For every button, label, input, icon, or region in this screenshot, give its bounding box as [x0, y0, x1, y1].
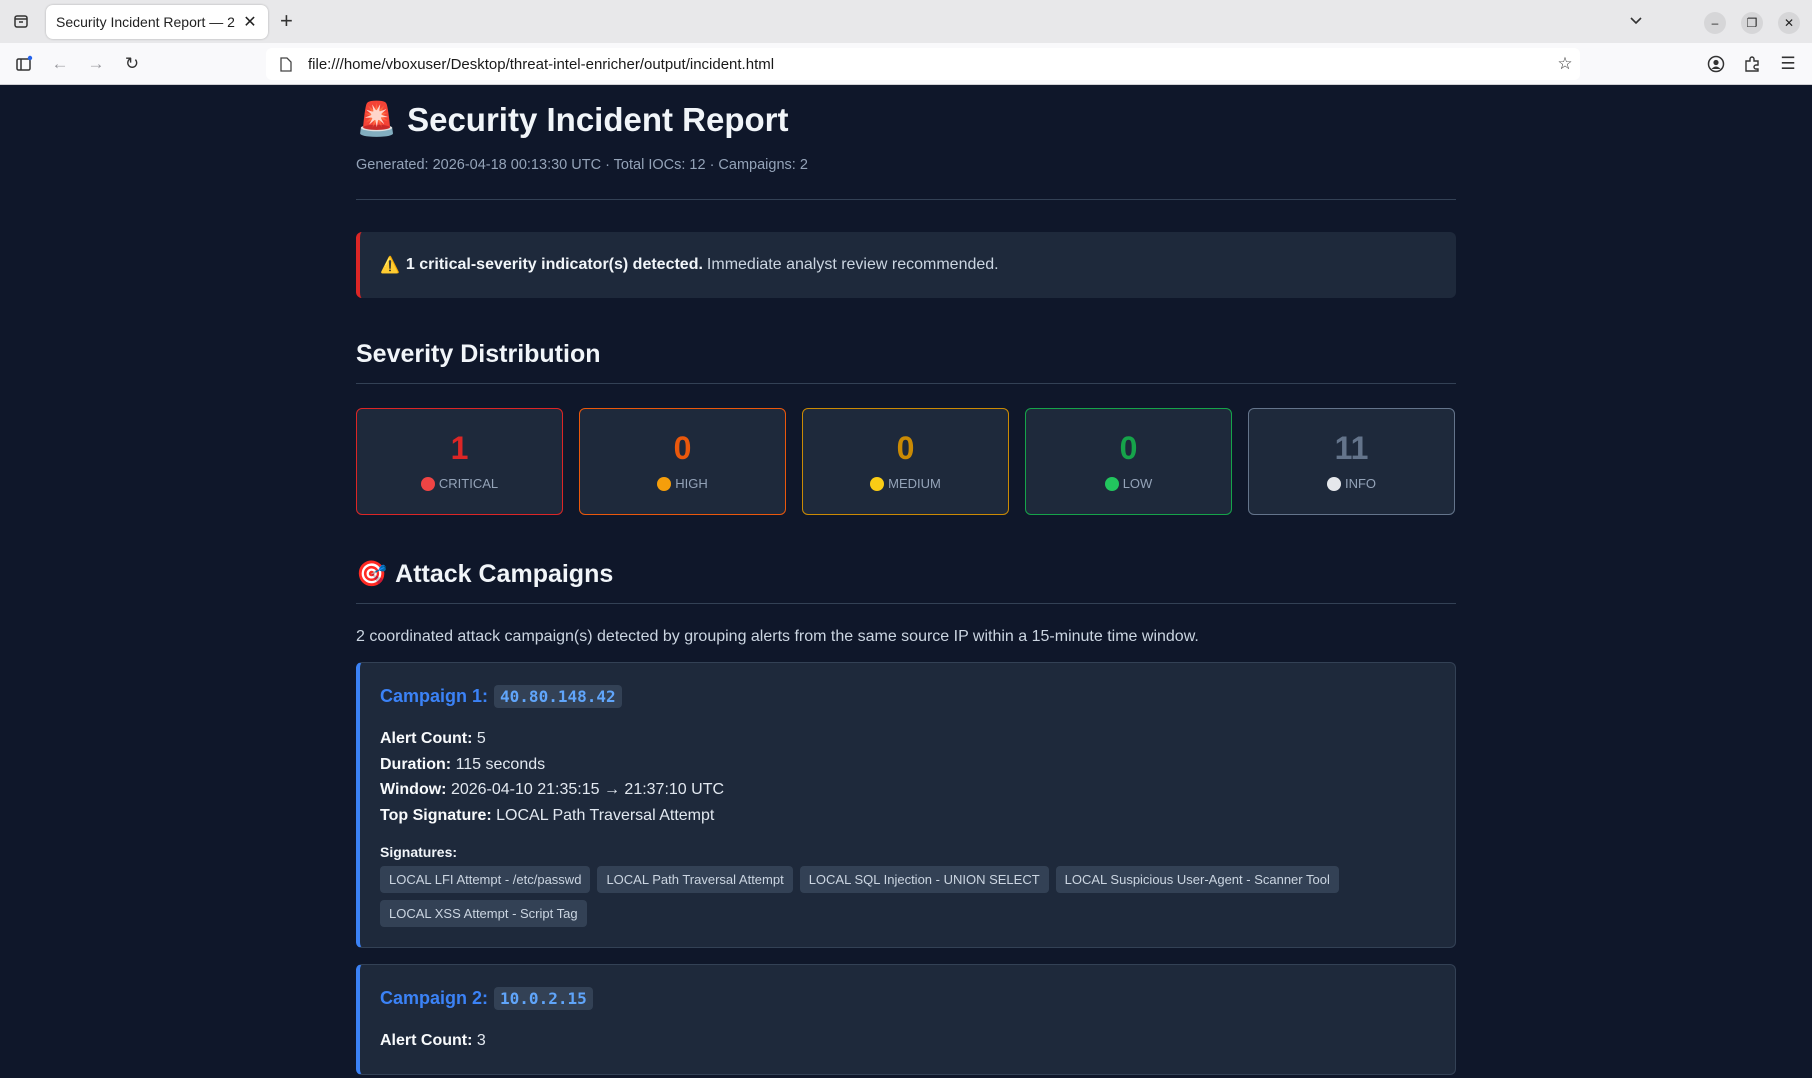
alert-count-value: 5 [476, 730, 486, 747]
campaign-label: Campaign 1: [380, 686, 489, 706]
signature-tag: LOCAL Path Traversal Attempt [597, 866, 793, 893]
page-title: 🚨 Security Incident Report [356, 100, 1456, 139]
campaign-fields: Alert Count: 5 Duration: 115 seconds Win… [380, 726, 1435, 828]
red-circle-icon [420, 476, 435, 491]
severity-label: HIGH [675, 476, 708, 491]
severity-count: 11 [1334, 430, 1369, 466]
alert-text: Immediate analyst review recommended. [706, 256, 999, 273]
divider [356, 603, 1456, 604]
warning-icon: ⚠️ [380, 257, 400, 274]
forward-arrow-icon[interactable]: → [85, 53, 107, 75]
severity-heading: Severity Distribution [356, 340, 601, 368]
yellow-circle-icon [870, 476, 885, 491]
campaign-fields: Alert Count: 3 [380, 1028, 1435, 1054]
extensions-icon[interactable] [1741, 53, 1763, 75]
field-label: Alert Count: [380, 730, 473, 747]
campaigns-heading: 🎯 Attack Campaigns [356, 560, 1456, 589]
severity-label-row: MEDIUM [870, 476, 941, 491]
page-icon [280, 56, 296, 72]
campaign-card: Campaign 2: 10.0.2.15 Alert Count: 3 [356, 964, 1456, 1075]
campaign-title: Campaign 1: 40.80.148.42 [380, 685, 1435, 708]
campaign-card: Campaign 1: 40.80.148.42 Alert Count: 5 … [356, 662, 1456, 948]
tab-list-icon[interactable] [10, 10, 32, 32]
severity-label-row: LOW [1104, 476, 1153, 491]
page-viewport: 🚨 Security Incident Report Generated: 20… [0, 85, 1812, 1078]
severity-label: CRITICAL [438, 476, 499, 491]
orange-circle-icon [657, 476, 672, 491]
browser-tab-active[interactable]: Security Incident Report — 2 ✕ [46, 5, 268, 39]
severity-label: LOW [1122, 476, 1153, 491]
report-container: 🚨 Security Incident Report Generated: 20… [356, 85, 1456, 1075]
page-title-text: Security Incident Report [407, 100, 789, 138]
campaigns-heading-text: Attack Campaigns [395, 560, 614, 588]
severity-grid: 1 CRITICAL 0 HIGH 0 MEDIUM 0 LOW 11 INFO [356, 408, 1456, 515]
campaign-ip: 40.80.148.42 [494, 685, 622, 708]
close-window-icon[interactable]: ✕ [1778, 12, 1800, 34]
signature-tag: LOCAL SQL Injection - UNION SELECT [799, 866, 1049, 893]
signature-tag: LOCAL LFI Attempt - /etc/passwd [380, 866, 591, 893]
reload-icon[interactable]: ↻ [121, 53, 143, 75]
browser-tabbar: Security Incident Report — 2 ✕ + – ❐ ✕ [0, 0, 1812, 43]
window-row: Window: 2026-04-10 21:35:15 → 21:37:10 U… [380, 777, 1435, 803]
app-menu-icon[interactable]: ☰ [1777, 53, 1799, 75]
severity-count: 0 [896, 430, 915, 466]
window-value: 2026-04-10 21:35:15 → 21:37:10 UTC [450, 781, 725, 798]
campaigns-description: 2 coordinated attack campaign(s) detecte… [356, 628, 1199, 645]
severity-label: MEDIUM [888, 476, 941, 491]
severity-label: INFO [1344, 476, 1377, 491]
field-label: Top Signature: [380, 806, 492, 824]
restore-icon[interactable]: ❐ [1741, 12, 1763, 34]
severity-card-medium: 0 MEDIUM [802, 408, 1009, 515]
field-label: Alert Count: [380, 1032, 473, 1049]
alert-bold-text: 1 critical-severity indicator(s) detecte… [405, 256, 703, 273]
top-signature-row: Top Signature: LOCAL Path Traversal Atte… [380, 803, 1435, 829]
severity-count: 0 [1119, 430, 1138, 466]
bookmark-star-icon[interactable]: ☆ [1550, 54, 1580, 74]
field-label: Duration: [380, 755, 452, 773]
account-icon[interactable] [1705, 53, 1727, 75]
divider [356, 199, 1456, 200]
browser-navbar: ← → ↻ file:///home/vboxuser/Desktop/thre… [0, 43, 1812, 85]
signature-tag: LOCAL Suspicious User-Agent - Scanner To… [1055, 866, 1339, 893]
severity-count: 0 [673, 430, 692, 466]
tab-close-icon[interactable]: ✕ [242, 12, 258, 32]
divider [356, 383, 1456, 384]
tab-title: Security Incident Report — 2 [56, 14, 235, 30]
severity-label-row: CRITICAL [420, 476, 499, 491]
minimize-icon[interactable]: – [1704, 12, 1726, 34]
campaign-title: Campaign 2: 10.0.2.15 [380, 987, 1435, 1010]
severity-label-row: HIGH [657, 476, 708, 491]
back-arrow-icon[interactable]: ← [49, 53, 71, 75]
severity-count: 1 [450, 430, 469, 466]
critical-alert-banner: ⚠️ 1 critical-severity indicator(s) dete… [356, 232, 1456, 298]
campaign-label: Campaign 2: [380, 988, 489, 1008]
report-meta: Generated: 2026-04-18 00:13:30 UTC · Tot… [356, 157, 808, 173]
severity-card-info: 11 INFO [1248, 408, 1455, 515]
url-text: file:///home/vboxuser/Desktop/threat-int… [308, 55, 775, 73]
sidebar-toggle-icon[interactable] [13, 53, 35, 75]
severity-card-critical: 1 CRITICAL [356, 408, 563, 515]
duration-row: Duration: 115 seconds [380, 752, 1435, 778]
signatures-label: Signatures: [380, 844, 458, 860]
new-tab-icon[interactable]: + [280, 10, 293, 32]
campaign-ip: 10.0.2.15 [494, 987, 593, 1010]
target-icon: 🎯 [356, 560, 388, 588]
alert-count-value: 3 [476, 1032, 486, 1049]
severity-label-row: INFO [1326, 476, 1377, 491]
severity-card-low: 0 LOW [1025, 408, 1232, 515]
alert-count-row: Alert Count: 5 [380, 726, 1435, 752]
green-circle-icon [1104, 476, 1119, 491]
alert-count-row: Alert Count: 3 [380, 1028, 1435, 1054]
signature-list: LOCAL LFI Attempt - /etc/passwd LOCAL Pa… [380, 866, 1380, 927]
signature-tag: LOCAL XSS Attempt - Script Tag [380, 900, 587, 927]
white-circle-icon [1326, 476, 1341, 491]
top-signature-value: LOCAL Path Traversal Attempt [496, 806, 715, 824]
address-bar[interactable]: file:///home/vboxuser/Desktop/threat-int… [266, 48, 1580, 80]
list-all-tabs-chevron-icon[interactable] [1628, 12, 1644, 33]
severity-card-high: 0 HIGH [579, 408, 786, 515]
siren-icon: 🚨 [356, 100, 398, 137]
field-label: Window: [380, 781, 447, 798]
duration-value: 115 seconds [455, 755, 546, 773]
